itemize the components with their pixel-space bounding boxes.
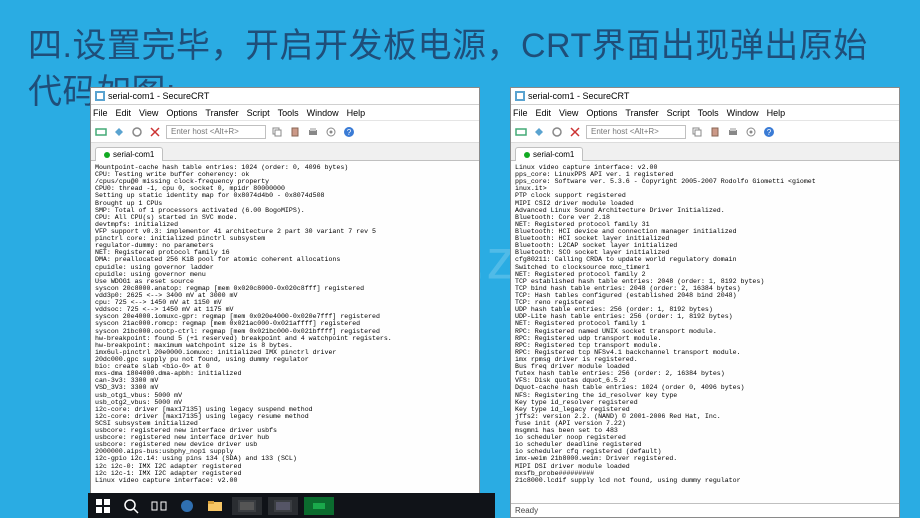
task-view-icon[interactable]: [148, 495, 170, 517]
window-titlebar: serial-com1 - SecureCRT: [511, 88, 899, 105]
window-titlebar: serial-com1 - SecureCRT: [91, 88, 479, 105]
window-title-text: serial-com1 - SecureCRT: [108, 91, 209, 101]
menu-help[interactable]: Help: [347, 108, 366, 118]
terminal-output[interactable]: Linux video capture interface: v2.00 pps…: [511, 161, 899, 503]
menu-transfer[interactable]: Transfer: [625, 108, 658, 118]
menu-transfer[interactable]: Transfer: [205, 108, 238, 118]
menubar[interactable]: File Edit View Options Transfer Script T…: [91, 105, 479, 121]
menu-help[interactable]: Help: [767, 108, 786, 118]
toolbar-help-icon[interactable]: ?: [762, 125, 776, 139]
menu-view[interactable]: View: [559, 108, 578, 118]
menu-script[interactable]: Script: [667, 108, 690, 118]
toolbar-paste-icon[interactable]: [708, 125, 722, 139]
toolbar-quick-connect-icon[interactable]: [532, 125, 546, 139]
tab-bar: serial-com1: [91, 143, 479, 161]
toolbar-paste-icon[interactable]: [288, 125, 302, 139]
tab-label: serial-com1: [113, 150, 154, 159]
taskbar-app-1[interactable]: [232, 497, 262, 515]
terminal-output[interactable]: Mountpoint-cache hash table entries: 102…: [91, 161, 479, 503]
menu-script[interactable]: Script: [247, 108, 270, 118]
edge-icon[interactable]: [176, 495, 198, 517]
toolbar-disconnect-icon[interactable]: [568, 125, 582, 139]
toolbar: Enter host <Alt+R> ?: [91, 121, 479, 143]
toolbar-print-icon[interactable]: [306, 125, 320, 139]
toolbar-disconnect-icon[interactable]: [148, 125, 162, 139]
menu-file[interactable]: File: [513, 108, 528, 118]
host-input[interactable]: Enter host <Alt+R>: [166, 125, 266, 139]
menu-edit[interactable]: Edit: [536, 108, 552, 118]
toolbar: Enter host <Alt+R> ?: [511, 121, 899, 143]
toolbar-copy-icon[interactable]: [690, 125, 704, 139]
status-bar: Ready: [511, 503, 899, 517]
status-dot-icon: [524, 152, 530, 158]
svg-text:?: ?: [767, 128, 772, 137]
securecrt-window-left: serial-com1 - SecureCRT File Edit View O…: [90, 87, 480, 518]
app-icon: [95, 91, 105, 101]
toolbar-options-icon[interactable]: [744, 125, 758, 139]
app-icon: [515, 91, 525, 101]
tab-label: serial-com1: [533, 150, 574, 159]
session-tab[interactable]: serial-com1: [515, 147, 583, 161]
toolbar-connect-icon[interactable]: [514, 125, 528, 139]
menu-file[interactable]: File: [93, 108, 108, 118]
toolbar-quick-connect-icon[interactable]: [112, 125, 126, 139]
svg-text:?: ?: [347, 128, 352, 137]
toolbar-help-icon[interactable]: ?: [342, 125, 356, 139]
tab-bar: serial-com1: [511, 143, 899, 161]
toolbar-print-icon[interactable]: [726, 125, 740, 139]
menu-tools[interactable]: Tools: [278, 108, 299, 118]
search-icon[interactable]: [120, 495, 142, 517]
menu-tools[interactable]: Tools: [698, 108, 719, 118]
windows-taskbar: [88, 493, 495, 518]
toolbar-reconnect-icon[interactable]: [550, 125, 564, 139]
window-title-text: serial-com1 - SecureCRT: [528, 91, 629, 101]
menubar[interactable]: File Edit View Options Transfer Script T…: [511, 105, 899, 121]
file-explorer-icon[interactable]: [204, 495, 226, 517]
menu-options[interactable]: Options: [586, 108, 617, 118]
toolbar-reconnect-icon[interactable]: [130, 125, 144, 139]
taskbar-app-3[interactable]: [304, 497, 334, 515]
menu-edit[interactable]: Edit: [116, 108, 132, 118]
taskbar-app-2[interactable]: [268, 497, 298, 515]
toolbar-connect-icon[interactable]: [94, 125, 108, 139]
session-tab[interactable]: serial-com1: [95, 147, 163, 161]
toolbar-copy-icon[interactable]: [270, 125, 284, 139]
menu-window[interactable]: Window: [307, 108, 339, 118]
host-input[interactable]: Enter host <Alt+R>: [586, 125, 686, 139]
start-button-icon[interactable]: [92, 495, 114, 517]
menu-view[interactable]: View: [139, 108, 158, 118]
status-dot-icon: [104, 152, 110, 158]
menu-options[interactable]: Options: [166, 108, 197, 118]
toolbar-options-icon[interactable]: [324, 125, 338, 139]
securecrt-window-right: serial-com1 - SecureCRT File Edit View O…: [510, 87, 900, 518]
menu-window[interactable]: Window: [727, 108, 759, 118]
